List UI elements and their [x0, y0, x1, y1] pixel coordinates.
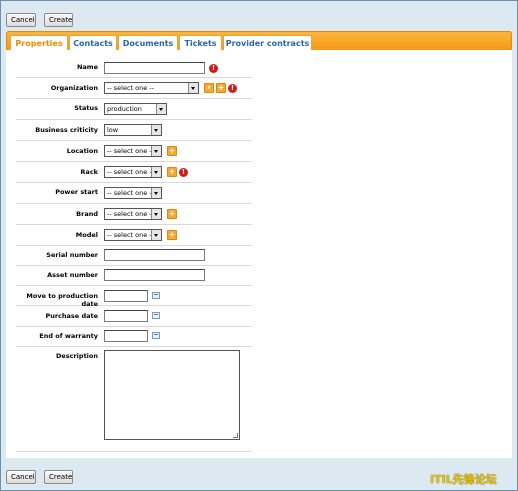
move-to-production-date-input[interactable]: [104, 290, 148, 302]
rack-select-value: -- select one --: [107, 168, 154, 176]
power-start-label: Power start: [55, 188, 98, 196]
required-exclamation-icon: !: [179, 168, 188, 177]
end-of-warranty-input[interactable]: [104, 330, 148, 342]
create-button-bottom[interactable]: Create: [44, 470, 73, 484]
rack-label: Rack: [80, 168, 98, 176]
location-select[interactable]: -- select one --: [104, 145, 162, 157]
model-select[interactable]: -- select one --: [104, 229, 162, 241]
chevron-down-icon: [151, 230, 161, 240]
business-criticity-select-value: low: [107, 126, 119, 134]
watermark: ITIL先锋论坛: [430, 473, 497, 486]
end-of-warranty-label: End of warranty: [39, 332, 98, 340]
serial-number-input[interactable]: [104, 249, 205, 261]
tab-provider-contracts[interactable]: Provider contracts: [223, 35, 312, 51]
chevron-down-icon: [151, 167, 161, 177]
required-exclamation-icon: !: [228, 84, 237, 93]
tab-contacts[interactable]: Contacts: [69, 35, 117, 51]
create-button-top[interactable]: Create: [44, 13, 73, 27]
organization-label: Organization: [50, 84, 98, 92]
chevron-down-icon: [151, 146, 161, 156]
chevron-down-icon: [188, 83, 198, 93]
chevron-down-icon: [156, 104, 166, 114]
description-textarea[interactable]: [104, 350, 240, 440]
tab-tickets[interactable]: Tickets: [179, 35, 222, 51]
model-select-value: -- select one --: [107, 231, 154, 239]
tab-properties[interactable]: Properties: [10, 35, 68, 51]
status-select-value: production: [107, 105, 142, 113]
chevron-down-icon: [151, 188, 161, 198]
plus-icon[interactable]: +: [167, 167, 177, 177]
plus-icon[interactable]: +: [167, 209, 177, 219]
location-label: Location: [66, 147, 98, 155]
chevron-down-icon: [151, 209, 161, 219]
cancel-button-bottom[interactable]: Cancel: [6, 470, 36, 484]
purchase-date-input[interactable]: [104, 310, 148, 322]
status-label: Status: [74, 104, 98, 112]
serial-number-label: Serial number: [46, 251, 98, 259]
power-start-select-value: -- select one --: [107, 189, 154, 197]
calendar-icon[interactable]: [152, 312, 160, 319]
plus-icon[interactable]: +: [167, 146, 177, 156]
search-icon[interactable]: ⌕: [204, 83, 214, 93]
name-label: Name: [76, 63, 98, 71]
asset-number-label: Asset number: [47, 271, 98, 279]
plus-icon[interactable]: +: [167, 230, 177, 240]
business-criticity-label: Business criticity: [35, 126, 98, 134]
brand-label: Brand: [76, 210, 98, 218]
location-select-value: -- select one --: [107, 147, 154, 155]
cancel-button-top[interactable]: Cancel: [6, 13, 36, 27]
brand-select[interactable]: -- select one --: [104, 208, 162, 220]
description-label: Description: [55, 352, 98, 360]
chevron-down-icon: [151, 125, 161, 135]
calendar-icon[interactable]: [152, 292, 160, 299]
asset-number-input[interactable]: [104, 269, 205, 281]
model-label: Model: [75, 231, 98, 239]
rack-select[interactable]: -- select one --: [104, 166, 162, 178]
organization-select-value: -- select one --: [107, 84, 154, 92]
power-start-select[interactable]: -- select one --: [104, 187, 162, 199]
resize-handle-icon[interactable]: [233, 433, 238, 438]
tab-bar: Properties Contacts Documents Tickets Pr…: [6, 31, 512, 51]
calendar-icon[interactable]: [152, 332, 160, 339]
name-input[interactable]: [104, 62, 205, 74]
business-criticity-select[interactable]: low: [104, 124, 162, 136]
status-select[interactable]: production: [104, 103, 167, 115]
purchase-date-label: Purchase date: [45, 312, 98, 320]
brand-select-value: -- select one --: [107, 210, 154, 218]
required-exclamation-icon: !: [209, 64, 218, 73]
organization-select[interactable]: -- select one --: [104, 82, 199, 94]
tab-documents[interactable]: Documents: [118, 35, 178, 51]
plus-icon[interactable]: +: [216, 83, 226, 93]
